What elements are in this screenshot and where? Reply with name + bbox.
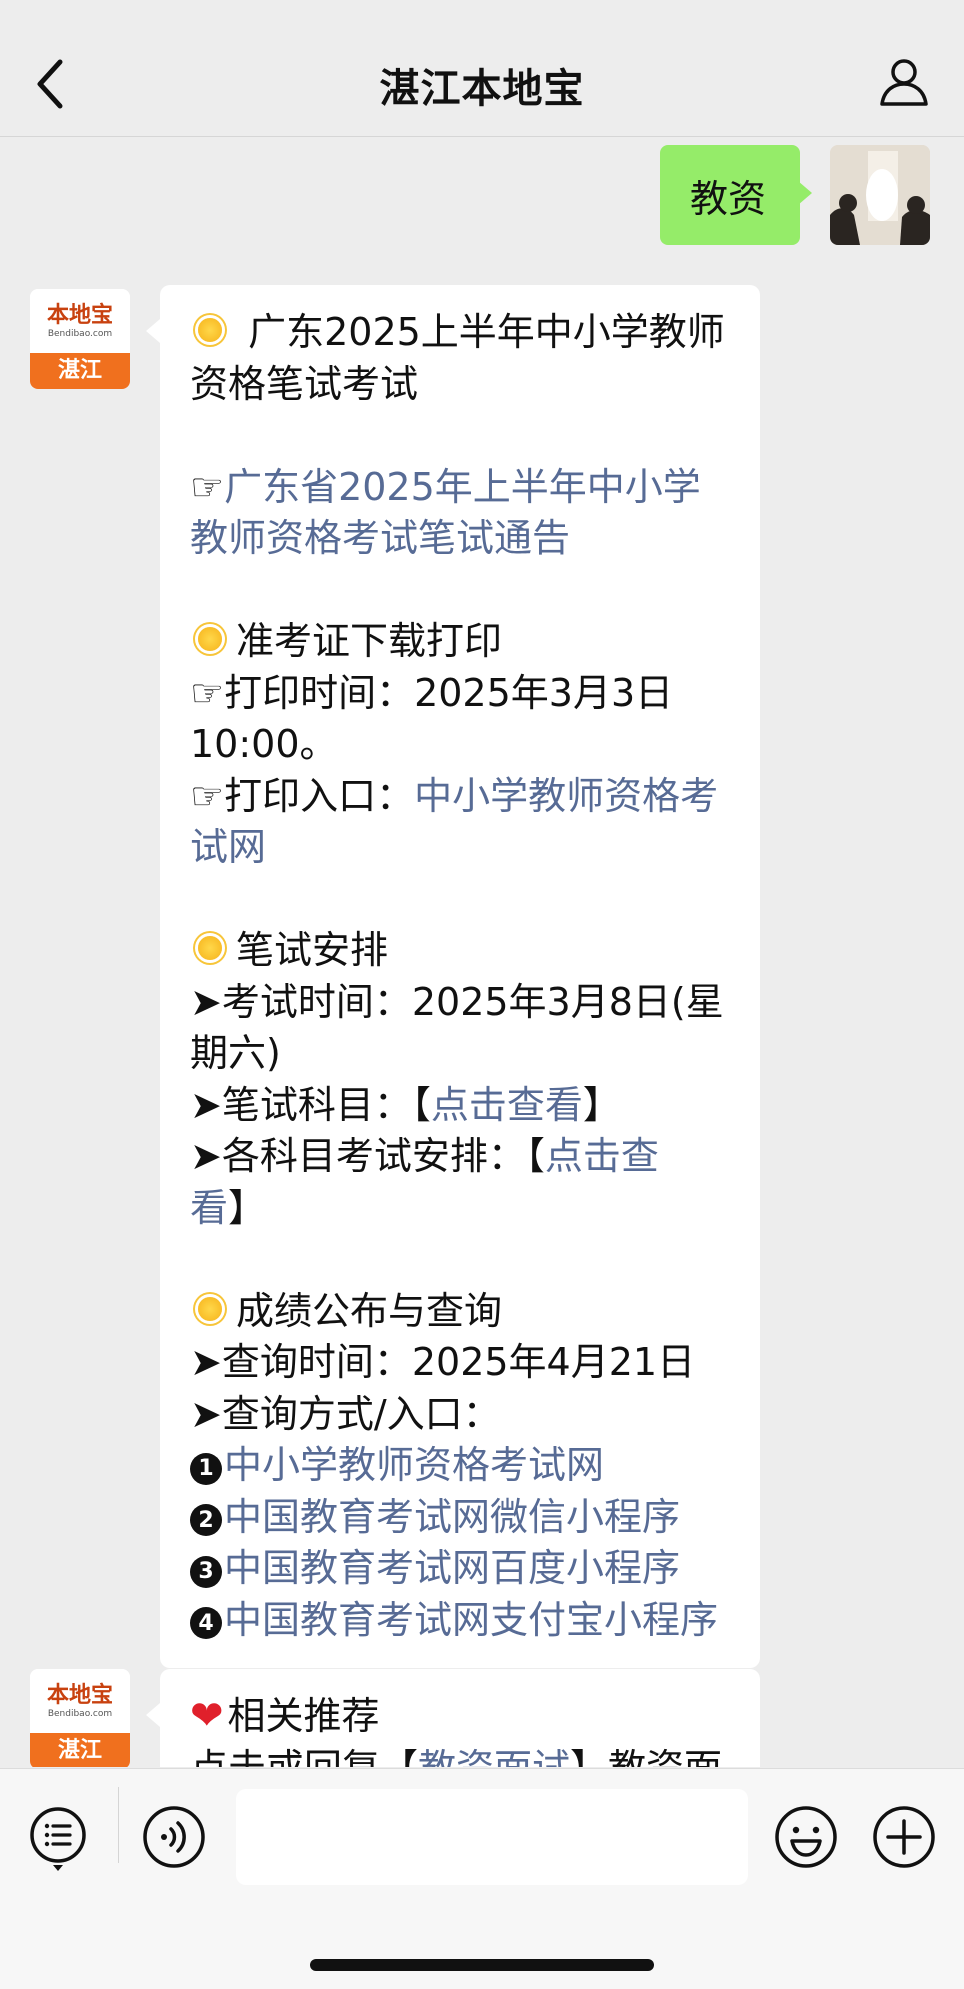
add-icon[interactable] [872, 1805, 936, 1869]
print-entry-line: ☞打印入口：中小学教师资格考试网 [190, 773, 719, 870]
query-entry-link[interactable]: 中国教育考试网百度小程序 [224, 1546, 680, 1590]
section-exam-arrangement: 笔试安排 [190, 925, 730, 977]
recommend-heading: ❤ 相关推荐 [190, 1693, 380, 1739]
avatar-logo-text: 本地宝 [46, 303, 113, 328]
recommend-line: 点击或回复【教资面试】教资面试 [190, 1743, 730, 1768]
query-entry-link[interactable]: 中国教育考试网支付宝小程序 [224, 1598, 718, 1642]
toolbar-divider [118, 1787, 119, 1863]
schedule-line: ➤各科目考试安排：【点击查看】 [190, 1134, 659, 1230]
query-entry-link[interactable]: 中小学教师资格考试网 [224, 1443, 604, 1487]
query-entry-1: 1 中小学教师资格考试网 [190, 1440, 730, 1492]
message-input[interactable] [236, 1789, 748, 1885]
number-badge-icon: 4 [190, 1607, 222, 1640]
avatar-city-label: 湛江 [30, 353, 130, 389]
section-results: 成绩公布与查询 [190, 1286, 730, 1338]
sun-icon [190, 928, 230, 968]
official-account-avatar[interactable]: 本地宝 Bendibao.com 湛江 [30, 1669, 130, 1767]
incoming-message-bubble[interactable]: ❤相关推荐 点击或回复【教资面试】教资面试 [146, 1669, 760, 1768]
query-time-text: ➤查询时间：2025年4月21日 [190, 1340, 696, 1384]
message-heading: 广东2025上半年中小学教师资格笔试考试 [190, 310, 725, 406]
emoji-icon[interactable] [774, 1805, 838, 1869]
avatar-logo-sub: Bendibao.com [47, 329, 113, 339]
sun-icon [190, 310, 230, 350]
voice-icon[interactable] [142, 1805, 206, 1869]
number-badge-icon: 1 [190, 1452, 222, 1485]
page-title: 湛江本地宝 [379, 66, 585, 112]
user-avatar[interactable] [830, 145, 930, 245]
print-time-text: ☞打印时间：2025年3月3日10:00。 [190, 670, 674, 767]
sun-icon [190, 619, 230, 659]
outgoing-message-bubble[interactable]: 教资 [660, 145, 812, 245]
avatar-logo-text: 本地宝 [46, 1683, 113, 1708]
number-badge-icon: 3 [190, 1555, 222, 1588]
official-account-avatar[interactable]: 本地宝 Bendibao.com 湛江 [30, 289, 130, 389]
query-entry-3: 3 中国教育考试网百度小程序 [190, 1543, 730, 1595]
subjects-line: ➤笔试科目：【点击查看】 [190, 1082, 621, 1127]
recommend-link[interactable]: 教资面试 [418, 1746, 570, 1768]
menu-list-icon[interactable] [28, 1805, 92, 1875]
notice-line: ☞广东省2025年上半年中小学教师资格考试笔试通告 [190, 464, 701, 561]
sun-icon [190, 1289, 230, 1329]
incoming-message-bubble[interactable]: 广东2025上半年中小学教师资格笔试考试 ☞广东省2025年上半年中小学教师资格… [146, 285, 760, 1668]
query-entry-4: 4 中国教育考试网支付宝小程序 [190, 1595, 730, 1647]
query-entry-link[interactable]: 中国教育考试网微信小程序 [224, 1495, 680, 1539]
profile-icon[interactable] [878, 56, 930, 108]
query-entry-2: 2 中国教育考试网微信小程序 [190, 1492, 730, 1544]
exam-time-text: ➤考试时间：2025年3月8日(星期六) [190, 979, 724, 1076]
outgoing-message-text: 教资 [690, 176, 767, 221]
avatar-logo-sub: Bendibao.com [47, 1709, 113, 1719]
chat-area[interactable]: 教资 本地宝 Bendibao.com 湛江 广东2025上半年中小学教师资格笔… [0, 137, 964, 1767]
navigation-bar: 湛江本地宝 [0, 0, 964, 137]
home-indicator[interactable] [310, 1959, 654, 1971]
number-badge-icon: 2 [190, 1504, 222, 1537]
heart-icon: ❤ [190, 1693, 224, 1739]
avatar-city-label: 湛江 [30, 1733, 130, 1767]
notice-link[interactable]: 广东省2025年上半年中小学教师资格考试笔试通告 [190, 465, 701, 561]
section-admission-ticket: 准考证下载打印 [190, 616, 730, 668]
subjects-link[interactable]: 点击查看 [431, 1083, 583, 1127]
input-toolbar [0, 1768, 964, 1989]
query-method-text: ➤查询方式/入口： [190, 1391, 501, 1436]
